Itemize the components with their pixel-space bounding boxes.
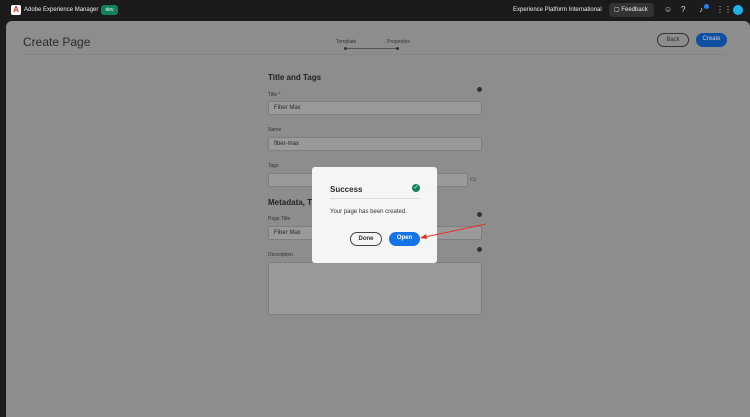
annotation-arrow [420, 223, 487, 239]
